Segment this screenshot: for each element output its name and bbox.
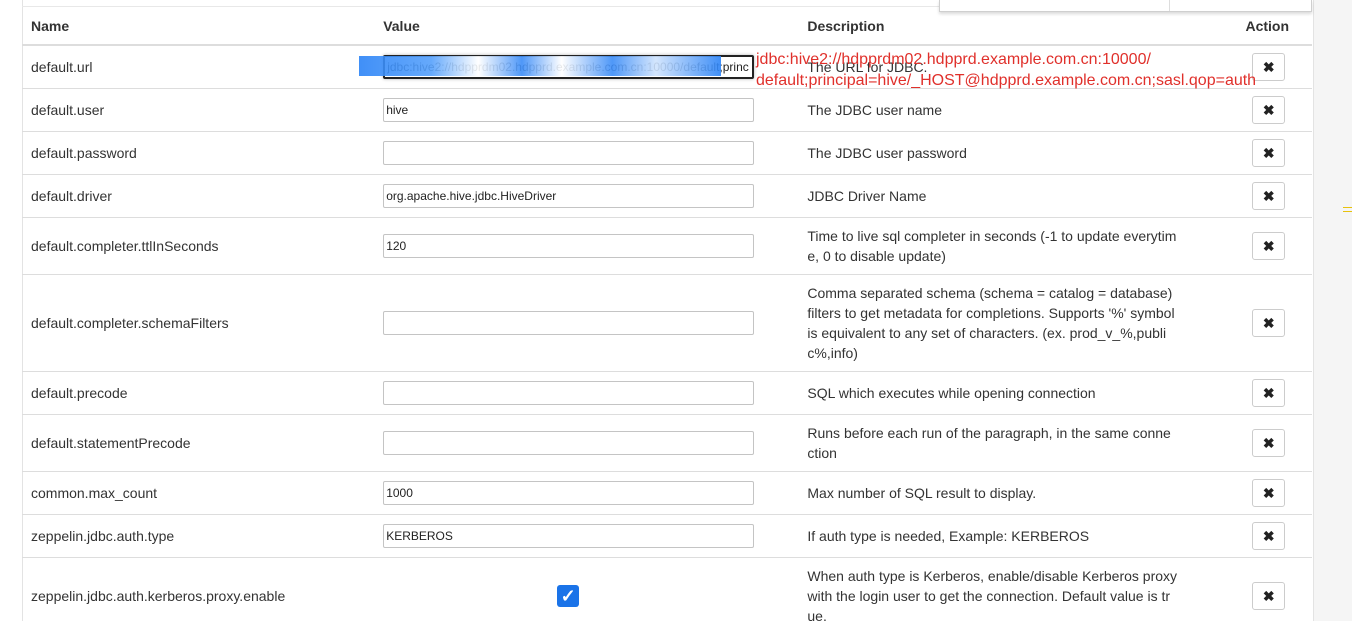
remove-property-button[interactable]: ✖	[1252, 478, 1286, 507]
property-name: default.precode	[22, 370, 375, 414]
property-description: SQL which executes while opening connect…	[807, 384, 1096, 401]
table-row: default.driver JDBC Driver Name ✖	[22, 173, 1312, 217]
table-row: zeppelin.jdbc.auth.kerberos.proxy.enable…	[22, 556, 1312, 635]
close-icon: ✖	[1262, 484, 1275, 501]
property-name: zeppelin.jdbc.auth.kerberos.proxy.enable	[22, 556, 375, 635]
annotation-line-2: default;principal=hive/_HOST@hdpprd.exam…	[756, 72, 1257, 89]
property-name: default.driver	[22, 173, 375, 217]
property-name: default.password	[22, 130, 375, 174]
property-description: Time to live sql completer in seconds (-…	[807, 227, 1177, 264]
property-value-input[interactable]	[383, 310, 755, 335]
property-description: Runs before each run of the paragraph, i…	[807, 424, 1171, 461]
header-action: Action	[1221, 6, 1312, 46]
header-description: Description	[798, 6, 1222, 46]
table-row: zeppelin.jdbc.auth.type If auth type is …	[22, 513, 1312, 557]
table-row: common.max_count Max number of SQL resul…	[22, 470, 1312, 514]
close-icon: ✖	[1262, 58, 1275, 75]
property-description: Comma separated schema (schema = catalog…	[807, 284, 1175, 361]
properties-table: Name Value Description Action default.ur…	[22, 6, 1312, 635]
table-row: default.completer.ttlInSeconds Time to l…	[22, 216, 1312, 274]
header-value: Value	[374, 6, 799, 46]
property-value-input[interactable]	[383, 380, 755, 405]
close-icon: ✖	[1262, 187, 1275, 204]
remove-property-button[interactable]: ✖	[1252, 521, 1286, 550]
dropdown-popup-edge	[939, 0, 1312, 12]
remove-property-button[interactable]: ✖	[1252, 138, 1286, 167]
property-value-input[interactable]	[383, 54, 755, 79]
close-icon: ✖	[1262, 588, 1275, 605]
checkmark-icon: ✓	[560, 586, 576, 607]
remove-property-button[interactable]: ✖	[1252, 428, 1286, 457]
close-icon: ✖	[1262, 101, 1275, 118]
property-name: default.completer.schemaFilters	[22, 273, 375, 371]
table-row: default.completer.schemaFilters Comma se…	[22, 273, 1312, 371]
property-value-input[interactable]	[383, 97, 755, 122]
property-value-input[interactable]	[383, 183, 755, 208]
remove-property-button[interactable]: ✖	[1252, 52, 1286, 81]
close-icon: ✖	[1262, 237, 1275, 254]
property-value-input[interactable]	[383, 233, 755, 258]
annotation-line-1: jdbc:hive2://hdpprdm02.hdpprd.example.co…	[756, 51, 1151, 68]
popup-divider	[1169, 0, 1170, 11]
property-name: default.url	[22, 44, 375, 88]
table-row: default.password The JDBC user password …	[22, 130, 1312, 174]
property-name: zeppelin.jdbc.auth.type	[22, 513, 375, 557]
close-icon: ✖	[1262, 144, 1275, 161]
remove-property-button[interactable]: ✖	[1252, 231, 1286, 260]
right-background	[1313, 0, 1352, 621]
close-icon: ✖	[1262, 384, 1275, 401]
table-row: default.precode SQL which executes while…	[22, 370, 1312, 414]
property-description: JDBC Driver Name	[807, 187, 927, 204]
scroll-marker	[1343, 207, 1352, 212]
table-header-row: Name Value Description Action	[22, 6, 1312, 46]
remove-property-button[interactable]: ✖	[1252, 582, 1286, 611]
remove-property-button[interactable]: ✖	[1252, 378, 1286, 407]
remove-property-button[interactable]: ✖	[1252, 181, 1286, 210]
property-description: Max number of SQL result to display.	[807, 484, 1037, 501]
property-description: The JDBC user name	[807, 101, 942, 118]
property-name: default.statementPrecode	[22, 413, 375, 471]
property-description: The JDBC user password	[807, 144, 967, 161]
property-name: common.max_count	[22, 470, 375, 514]
property-value-input[interactable]	[383, 523, 755, 548]
property-value-input[interactable]	[383, 480, 755, 505]
remove-property-button[interactable]: ✖	[1252, 95, 1286, 124]
close-icon: ✖	[1262, 434, 1275, 451]
property-value-input[interactable]	[383, 140, 755, 165]
table-row: default.user The JDBC user name ✖	[22, 87, 1312, 131]
property-value-input[interactable]	[383, 430, 755, 455]
property-name: default.user	[22, 87, 375, 131]
remove-property-button[interactable]: ✖	[1252, 308, 1286, 337]
property-description: When auth type is Kerberos, enable/disab…	[807, 568, 1178, 625]
close-icon: ✖	[1262, 527, 1275, 544]
table-row: default.statementPrecode Runs before eac…	[22, 413, 1312, 471]
url-annotation: jdbc:hive2://hdpprdm02.hdpprd.example.co…	[756, 49, 1256, 91]
property-checkbox[interactable]: ✓	[557, 585, 580, 608]
property-description: If auth type is needed, Example: KERBERO…	[807, 527, 1090, 544]
property-name: default.completer.ttlInSeconds	[22, 216, 375, 274]
header-name: Name	[22, 6, 375, 46]
close-icon: ✖	[1262, 314, 1275, 331]
left-gutter	[0, 0, 22, 621]
